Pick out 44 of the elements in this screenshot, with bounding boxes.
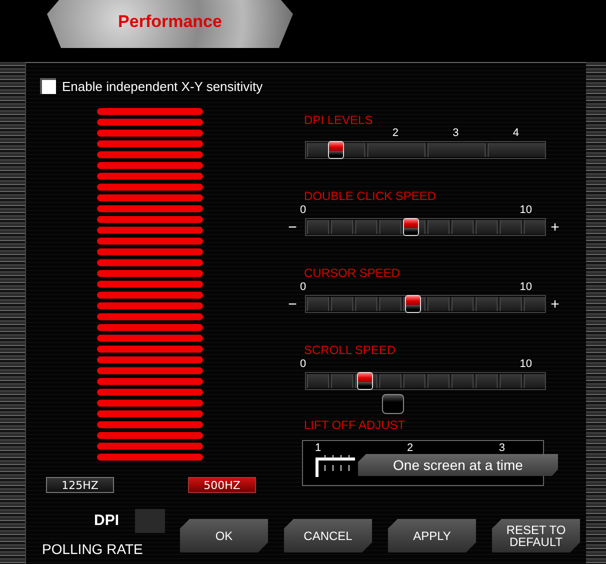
tooltip: One screen at a time: [358, 454, 558, 476]
increase-button[interactable]: +: [550, 220, 560, 234]
slider-label: DPI LEVELS: [304, 113, 373, 127]
knob-icon[interactable]: [382, 394, 404, 414]
scale-number: 1: [315, 443, 322, 454]
min-value: 0: [300, 281, 306, 293]
decrease-button[interactable]: −: [288, 296, 297, 312]
slider-thumb[interactable]: [328, 141, 344, 159]
min-value: 0: [300, 204, 306, 216]
slider-track[interactable]: [305, 295, 546, 313]
max-value: 10: [520, 358, 532, 370]
decrease-button[interactable]: −: [288, 220, 297, 234]
slider-label: LIFT OFF ADJUST: [304, 418, 406, 432]
slider-thumb[interactable]: [403, 218, 420, 236]
page-title: Performance: [118, 12, 222, 33]
slider-label: DOUBLE CLICK SPEED: [304, 189, 436, 203]
scale-number: 2: [406, 443, 414, 454]
slider-track[interactable]: [305, 372, 546, 390]
checkbox[interactable]: [40, 78, 56, 94]
action-button[interactable]: OK: [180, 518, 268, 552]
polling-rate-button[interactable]: 125HZ: [46, 477, 114, 493]
dpi-field[interactable]: [135, 508, 166, 532]
level-number: 2: [392, 127, 398, 139]
polling-rate-button[interactable]: 500HZ: [188, 477, 256, 493]
max-value: 10: [520, 281, 532, 293]
polling-rate-label: POLLING RATE: [42, 540, 143, 556]
level-number: 4: [512, 127, 519, 139]
action-button[interactable]: RESET TO DEFAULT: [492, 518, 580, 552]
action-button[interactable]: APPLY: [388, 518, 476, 552]
slider-track[interactable]: [305, 141, 546, 159]
level-number: 3: [452, 127, 459, 139]
max-value: 10: [520, 204, 532, 216]
scale-number: 3: [498, 443, 505, 454]
checkbox-label: Enable independent X-Y sensitivity: [62, 78, 263, 94]
scale-marks-icon: [315, 455, 355, 477]
slider-thumb[interactable]: [405, 295, 422, 313]
slider-label: CURSOR SPEED: [304, 266, 400, 280]
min-value: 0: [300, 358, 306, 370]
slider-track[interactable]: [305, 218, 546, 236]
slider-label: SCROLL SPEED: [304, 343, 396, 357]
dpi-label: DPI: [94, 512, 120, 529]
increase-button[interactable]: +: [550, 296, 560, 312]
slider-thumb[interactable]: [357, 372, 374, 390]
action-button[interactable]: CANCEL: [284, 518, 372, 552]
